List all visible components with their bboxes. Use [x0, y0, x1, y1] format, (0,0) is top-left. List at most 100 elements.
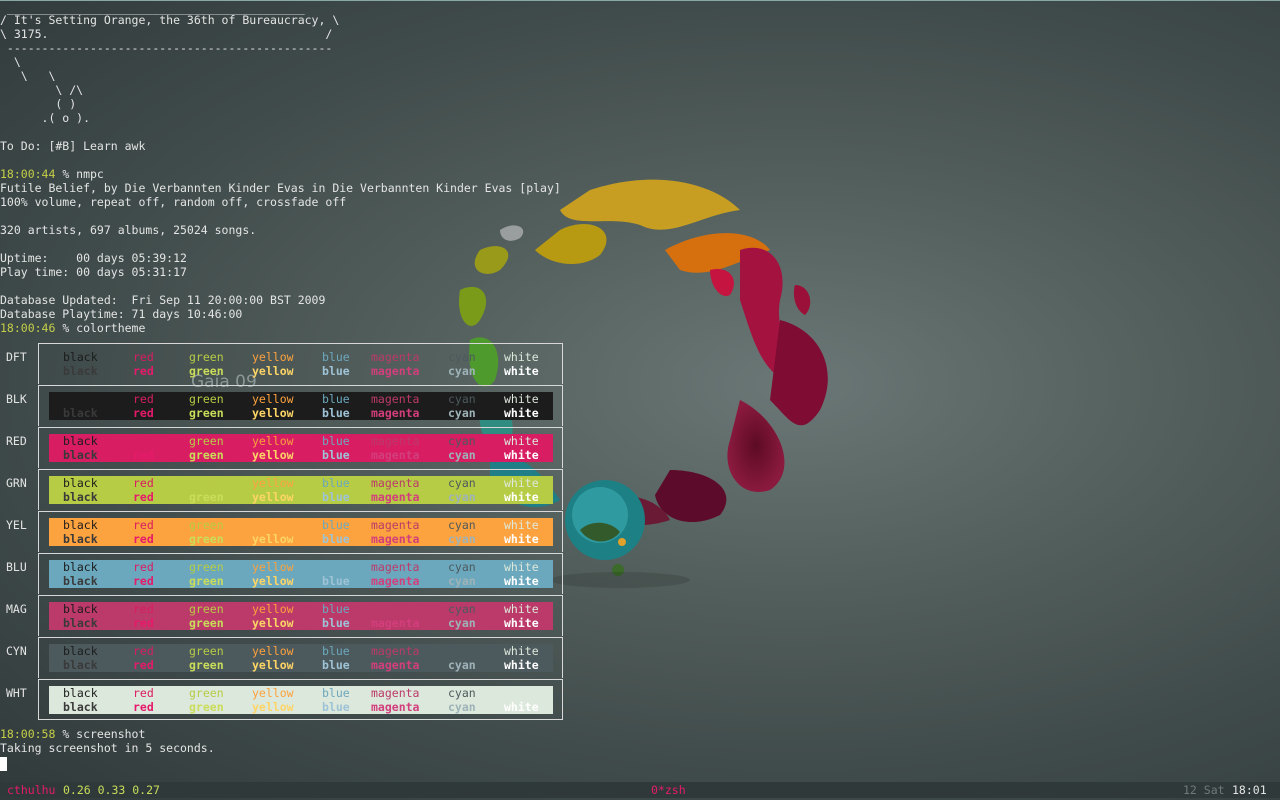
color-sample-yellow: yellow [252, 658, 294, 672]
theme-row-background [49, 518, 553, 546]
terminal-line: Database Updated: Fri Sep 11 20:00:00 BS… [0, 293, 326, 307]
prompt-nmpc: 18:00:44 % nmpc [0, 167, 104, 181]
terminal-cursor[interactable] [0, 757, 7, 771]
color-sample-cyan: cyan [448, 364, 476, 378]
theme-row-label: BLK [6, 392, 27, 406]
color-sample-blue: blue [322, 434, 350, 448]
color-sample-yellow: yellow [252, 602, 294, 616]
color-sample-blue: blue [322, 406, 350, 420]
theme-row-background [49, 602, 553, 630]
color-sample-yellow: yellow [252, 434, 294, 448]
theme-row-label: WHT [6, 686, 27, 700]
color-sample-green: green [189, 518, 224, 532]
color-sample-cyan: cyan [448, 658, 476, 672]
terminal-line: Futile Belief, by Die Verbannten Kinder … [0, 181, 561, 195]
color-sample-magenta: magenta [371, 392, 420, 406]
theme-row-background [49, 686, 553, 714]
color-sample-cyan: cyan [448, 392, 476, 406]
color-sample-green: green [189, 644, 224, 658]
terminal-line: / It's Setting Orange, the 36th of Burea… [0, 13, 340, 27]
color-sample-blue: blue [322, 658, 350, 672]
color-sample-red: red [133, 602, 154, 616]
color-sample-black: black [63, 644, 98, 658]
color-sample-yellow: yellow [252, 574, 294, 588]
color-sample-white: white [504, 448, 539, 462]
color-sample-red: red [133, 518, 154, 532]
color-sample-magenta: magenta [371, 364, 420, 378]
color-sample-blue: blue [322, 518, 350, 532]
color-sample-green: green [189, 392, 224, 406]
color-sample-white: white [504, 574, 539, 588]
status-window[interactable]: 0*zsh [651, 783, 686, 797]
terminal-line: ( ) [0, 97, 77, 111]
color-sample-white: white [504, 644, 539, 658]
color-sample-white: white [504, 490, 539, 504]
color-sample-black: black [63, 574, 98, 588]
theme-row-background [49, 350, 553, 378]
color-sample-cyan: cyan [448, 560, 476, 574]
status-clock: 18:01 [1232, 783, 1267, 797]
terminal-line: Play time: 00 days 05:31:17 [0, 265, 187, 279]
theme-row: YEL black red green yellow blue magenta cyan whi… [0, 511, 564, 553]
prompt-time: 18:00:58 [0, 727, 56, 741]
color-sample-green: green [189, 350, 224, 364]
theme-row: WHT black red green yellow blue magenta cyan whi… [0, 679, 564, 721]
color-sample-green: green [189, 574, 224, 588]
color-sample-blue: blue [322, 448, 350, 462]
color-sample-cyan: cyan [448, 476, 476, 490]
color-sample-magenta: magenta [371, 560, 420, 574]
color-sample-white: white [504, 406, 539, 420]
color-sample-red: red [133, 392, 154, 406]
color-sample-green: green [189, 616, 224, 630]
theme-row-background [49, 392, 553, 420]
prompt-command: % nmpc [55, 167, 104, 181]
color-sample-yellow: yellow [252, 518, 294, 532]
color-sample-blue: blue [322, 700, 350, 714]
color-sample-magenta: magenta [371, 644, 420, 658]
terminal-line: Database Playtime: 71 days 10:46:00 [0, 307, 243, 321]
color-sample-red: red [133, 658, 154, 672]
theme-row-label: RED [6, 434, 27, 448]
theme-row-background [49, 476, 553, 504]
prompt-colortheme: 18:00:46 % colortheme [0, 321, 145, 335]
color-sample-blue: blue [322, 490, 350, 504]
color-sample-yellow: yellow [252, 392, 294, 406]
terminal-line: 320 artists, 697 albums, 25024 songs. [0, 223, 257, 237]
color-sample-yellow: yellow [252, 448, 294, 462]
color-sample-cyan: cyan [448, 518, 476, 532]
color-sample-green: green [189, 686, 224, 700]
color-sample-black: black [63, 448, 98, 462]
theme-row-background [49, 560, 553, 588]
color-sample-black: black [63, 616, 98, 630]
theme-row-label: MAG [6, 602, 27, 616]
color-sample-cyan: cyan [448, 490, 476, 504]
terminal-line: \ 3175. / [0, 27, 333, 41]
color-sample-white: white [504, 364, 539, 378]
theme-row: RED black red green yellow blue magenta cyan whi… [0, 427, 564, 469]
color-sample-white: white [504, 616, 539, 630]
color-sample-white: white [504, 602, 539, 616]
color-sample-black: black [63, 392, 98, 406]
color-sample-blue: blue [322, 616, 350, 630]
color-sample-cyan: cyan [448, 350, 476, 364]
color-sample-cyan: cyan [448, 644, 476, 658]
color-sample-yellow: yellow [252, 490, 294, 504]
prompt-time: 18:00:46 [0, 321, 56, 335]
color-sample-cyan: cyan [448, 686, 476, 700]
color-sample-white: white [504, 560, 539, 574]
color-sample-yellow: yellow [252, 406, 294, 420]
color-sample-cyan: cyan [448, 574, 476, 588]
terminal-line: \ /\ [0, 83, 84, 97]
color-sample-green: green [189, 560, 224, 574]
color-sample-white: white [504, 658, 539, 672]
color-sample-white: white [504, 350, 539, 364]
color-sample-black: black [63, 490, 98, 504]
color-sample-blue: blue [322, 686, 350, 700]
theme-row: GRN black red green yellow blue magenta cyan whi… [0, 469, 564, 511]
color-sample-white: white [504, 476, 539, 490]
color-sample-yellow: yellow [252, 532, 294, 546]
color-sample-red: red [133, 574, 154, 588]
color-sample-green: green [189, 364, 224, 378]
theme-row-label: GRN [6, 476, 27, 490]
prompt-screenshot: 18:00:58 % screenshot [0, 727, 145, 741]
